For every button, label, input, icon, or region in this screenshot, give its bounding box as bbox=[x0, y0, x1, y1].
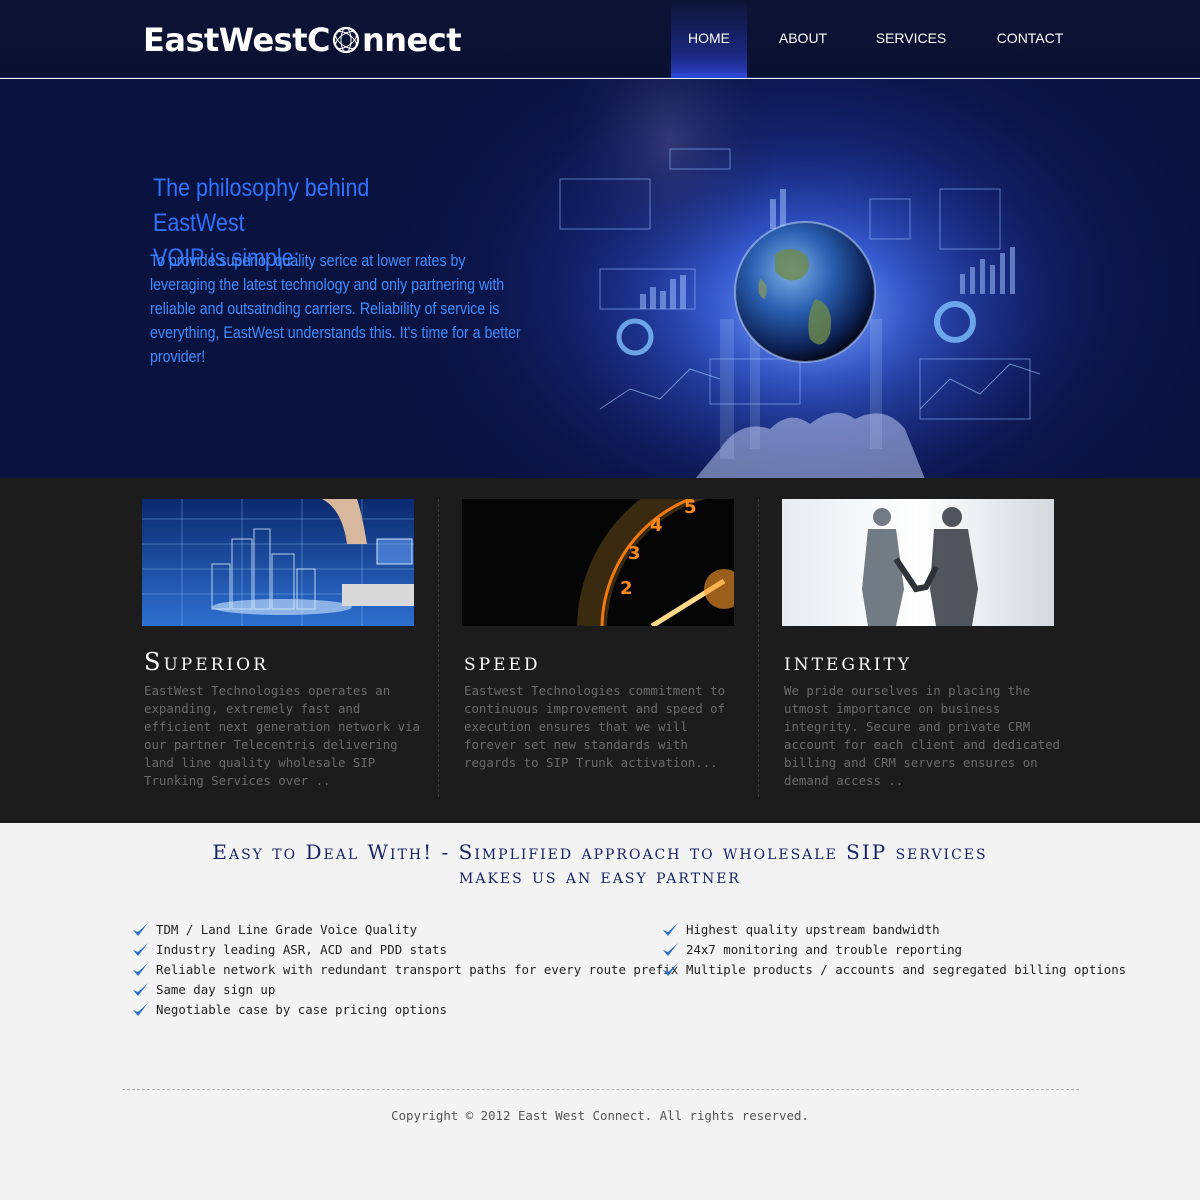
checkmark-icon bbox=[133, 983, 148, 996]
checklist-item: TDM / Land Line Grade Voice Quality bbox=[131, 920, 678, 940]
checklist-item: Highest quality upstream bandwidth bbox=[661, 920, 1126, 940]
checkmark-icon bbox=[133, 923, 148, 936]
nav-home[interactable]: HOME bbox=[671, 0, 747, 78]
checklist-item: Industry leading ASR, ACD and PDD stats bbox=[131, 940, 678, 960]
feature-integrity: integrity We pride ourselves in placing … bbox=[782, 478, 1082, 823]
hero-body-text: To provide superior quality serice at lo… bbox=[150, 252, 521, 366]
site-header: EastWestC nnect HOME ABOUT SERVICES CONT… bbox=[0, 0, 1200, 78]
svg-text:4: 4 bbox=[650, 515, 663, 536]
hero-banner: The philosophy behind EastWest VOIP is s… bbox=[0, 79, 1200, 478]
checklist-item: Same day sign up bbox=[131, 980, 678, 1000]
column-divider bbox=[758, 499, 759, 797]
logo[interactable]: EastWestC nnect bbox=[143, 20, 462, 60]
nav-services[interactable]: SERVICES bbox=[863, 0, 959, 78]
checklist-item-text: Industry leading ASR, ACD and PDD stats bbox=[156, 942, 447, 957]
feature-title: speed bbox=[464, 648, 541, 676]
checklist-item-text: TDM / Land Line Grade Voice Quality bbox=[156, 922, 418, 937]
checklist-item: 24x7 monitoring and trouble reporting bbox=[661, 940, 1126, 960]
nav-contact[interactable]: CONTACT bbox=[988, 0, 1072, 78]
svg-text:2: 2 bbox=[620, 578, 633, 599]
checkmark-icon bbox=[663, 923, 678, 936]
handshake-image bbox=[782, 499, 1054, 626]
feature-text: We pride ourselves in placing the utmost… bbox=[784, 683, 1061, 788]
easy-heading-line-2: makes us an easy partner bbox=[459, 864, 741, 888]
logo-text-end: nnect bbox=[361, 21, 462, 59]
easy-heading-line-1: Easy to Deal With! - Simplified approach… bbox=[212, 840, 988, 864]
feature-text: Eastwest Technologies commitment to cont… bbox=[464, 683, 726, 770]
easy-section-heading: Easy to Deal With! - Simplified approach… bbox=[120, 840, 1080, 888]
features-checklist-left: TDM / Land Line Grade Voice Quality Indu… bbox=[131, 920, 678, 1020]
city-tablet-image bbox=[142, 499, 414, 626]
checkmark-icon bbox=[133, 1003, 148, 1016]
checklist-item: Multiple products / accounts and segrega… bbox=[661, 960, 1126, 980]
checkmark-icon bbox=[663, 943, 678, 956]
logo-text: EastWestC bbox=[143, 21, 330, 59]
footer-divider bbox=[122, 1089, 1079, 1090]
feature-title: integrity bbox=[784, 648, 912, 676]
checkmark-icon bbox=[133, 943, 148, 956]
feature-title: Superior bbox=[144, 648, 269, 676]
checklist-item-text: Reliable network with redundant transpor… bbox=[156, 962, 679, 977]
checkmark-icon bbox=[133, 963, 148, 976]
svg-text:3: 3 bbox=[628, 543, 641, 564]
feature-text: EastWest Technologies operates an expand… bbox=[144, 683, 421, 788]
checklist-item-text: Multiple products / accounts and segrega… bbox=[686, 962, 1127, 977]
globe-in-hand-image bbox=[559, 79, 1060, 478]
svg-text:5: 5 bbox=[684, 499, 697, 518]
feature-superior: Superior EastWest Technologies operates … bbox=[142, 478, 442, 823]
speedometer-image: 2 3 4 5 bbox=[462, 499, 734, 626]
checklist-item: Reliable network with redundant transpor… bbox=[131, 960, 678, 980]
checklist-item-text: 24x7 monitoring and trouble reporting bbox=[686, 942, 963, 957]
nav-about[interactable]: ABOUT bbox=[763, 0, 843, 78]
feature-speed: 2 3 4 5 speed Eastwest Technologies comm… bbox=[462, 478, 762, 823]
checklist-item-text: Same day sign up bbox=[156, 982, 276, 997]
features-section: Superior EastWest Technologies operates … bbox=[0, 478, 1200, 823]
hero-title-line-1: The philosophy behind EastWest bbox=[153, 174, 370, 237]
checklist-item: Negotiable case by case pricing options bbox=[131, 1000, 678, 1020]
checklist-item-text: Negotiable case by case pricing options bbox=[156, 1002, 447, 1017]
features-checklist-right: Highest quality upstream bandwidth 24x7 … bbox=[661, 920, 1126, 980]
checkmark-icon bbox=[663, 963, 678, 976]
logo-ring-icon bbox=[332, 26, 360, 54]
copyright-text: Copyright © 2012 East West Connect. All … bbox=[391, 1108, 809, 1123]
checklist-item-text: Highest quality upstream bandwidth bbox=[686, 922, 940, 937]
column-divider bbox=[438, 499, 439, 797]
